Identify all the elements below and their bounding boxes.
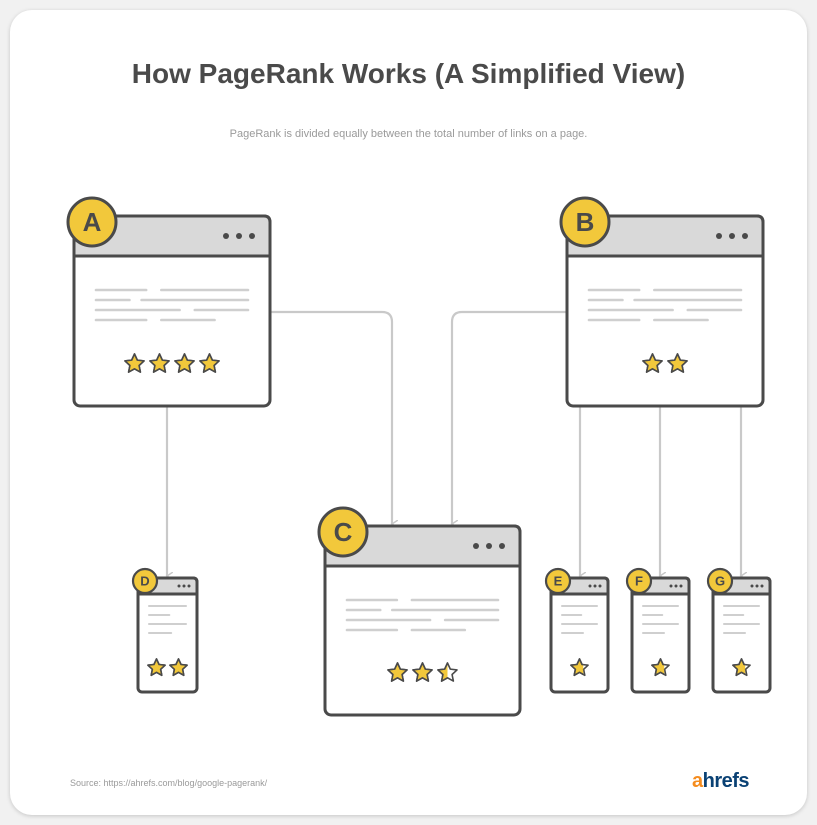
- infographic-card: How PageRank Works (A Simplified View) P…: [10, 10, 807, 815]
- link-arrow-b-to-c: [452, 310, 567, 524]
- badge-label-f: F: [635, 574, 643, 589]
- pagerank-diagram: A B C D E F G: [66, 196, 772, 717]
- window-dot-icon: [236, 233, 242, 239]
- badge-label-a: A: [83, 207, 102, 237]
- page-a: A: [66, 196, 272, 408]
- window-dot-icon: [674, 584, 678, 588]
- window-dot-icon: [249, 233, 255, 239]
- page-f: F: [625, 567, 691, 694]
- window-dot-icon: [760, 584, 764, 588]
- window-dot-icon: [473, 543, 479, 549]
- link-arrow-a-to-c: [270, 310, 392, 524]
- page-e: E: [544, 567, 610, 694]
- window-dot-icon: [598, 584, 602, 588]
- window-dot-icon: [669, 584, 673, 588]
- window-dot-icon: [187, 584, 191, 588]
- window-dot-icon: [750, 584, 754, 588]
- source-citation: Source: https://ahrefs.com/blog/google-p…: [70, 778, 268, 788]
- badge-label-b: B: [576, 207, 595, 237]
- window-dot-icon: [499, 543, 505, 549]
- page-g: G: [706, 567, 772, 694]
- window-dot-icon: [742, 233, 748, 239]
- badge-label-c: C: [334, 517, 353, 547]
- page-b: B: [559, 196, 765, 408]
- window-dot-icon: [716, 233, 722, 239]
- window-dot-icon: [593, 584, 597, 588]
- window-dot-icon: [486, 543, 492, 549]
- window-dot-icon: [223, 233, 229, 239]
- page-d: D: [131, 567, 199, 694]
- badge-label-g: G: [715, 574, 725, 589]
- badge-label-e: E: [554, 574, 563, 589]
- page-c: C: [317, 506, 522, 717]
- window-dot-icon: [729, 233, 735, 239]
- window-dot-icon: [679, 584, 683, 588]
- ahrefs-logo: ahrefs: [692, 770, 750, 792]
- window-dot-icon: [182, 584, 186, 588]
- window-dot-icon: [755, 584, 759, 588]
- window-dot-icon: [588, 584, 592, 588]
- window-dot-icon: [177, 584, 181, 588]
- badge-label-d: D: [140, 574, 149, 589]
